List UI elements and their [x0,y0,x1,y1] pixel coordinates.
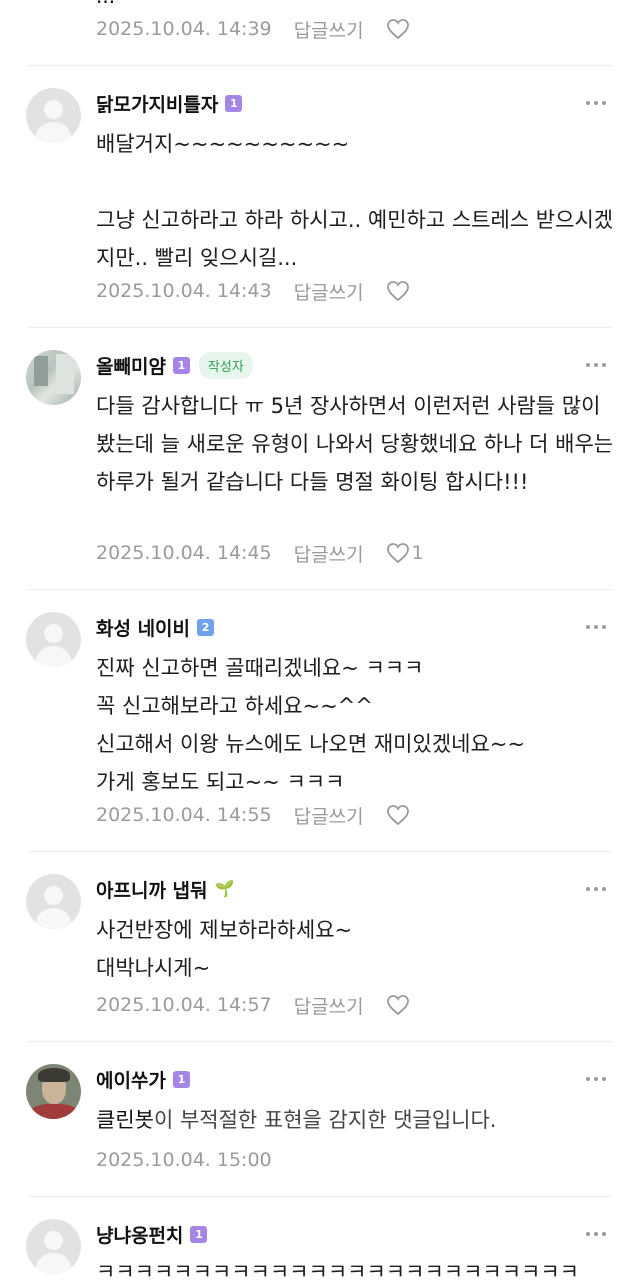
divider [28,65,612,66]
avatar[interactable] [26,350,81,405]
divider [28,589,612,590]
cleanbot-message: 이 부적절한 표현을 감지한 댓글입니다. [153,1108,497,1132]
comment-header: 에이쑤가 1 [96,1065,190,1093]
nickname[interactable]: 화성 네이비 [96,614,190,641]
comment-text: ㅋㅋㅋㅋㅋㅋㅋㅋㅋㅋㅋㅋㅋㅋㅋㅋㅋㅋㅋㅋㅋㅋㅋㅋㅋ [96,1260,579,1280]
cutoff-comment-text: ... [96,0,115,8]
more-options-icon[interactable] [586,884,610,894]
more-options-icon[interactable] [586,98,610,108]
reply-button[interactable]: 답글쓰기 [294,16,364,43]
like-count: 1 [411,542,424,564]
avatar[interactable] [26,874,81,929]
avatar[interactable] [26,612,81,667]
comment-meta: 2025.10.04. 14:45 답글쓰기 1 [96,538,424,568]
level-badge: 2 [197,618,215,636]
more-options-icon[interactable] [586,622,610,632]
heart-icon[interactable] [386,280,410,302]
comment-header: 냥냐옹펀치 1 [96,1220,208,1248]
comment-meta: 2025.10.04. 14:39 답글쓰기 [96,14,410,44]
comment-header: 아프니까 냅둬 🌱 [96,875,234,903]
avatar[interactable] [26,88,81,143]
heart-icon[interactable] [386,18,410,40]
comment-date: 2025.10.04. 14:55 [96,804,272,826]
sprout-icon: 🌱 [214,879,235,898]
divider [28,1041,612,1042]
more-options-icon[interactable] [586,1074,610,1084]
comment-date: 2025.10.04. 14:45 [96,542,272,564]
comment-meta: 2025.10.04. 14:55 답글쓰기 [96,800,410,830]
comment-date: 2025.10.04. 14:57 [96,994,272,1016]
comment-text: 진짜 신고하면 골때리겠네요~ ㅋㅋㅋ 꼭 신고해보라고 하세요~~^^ 신고해… [96,656,525,794]
nickname[interactable]: 에이쑤가 [96,1066,166,1093]
avatar[interactable] [26,1064,81,1119]
level-badge: 1 [172,356,190,374]
comment-date: 2025.10.04. 14:39 [96,18,272,40]
nickname[interactable]: 올빼미얌 [96,352,166,379]
comment-text: 클린봇이 부적절한 표현을 감지한 댓글입니다. [96,1101,616,1139]
divider [28,1196,612,1197]
reply-button[interactable]: 답글쓰기 [294,540,364,567]
reply-button[interactable]: 답글쓰기 [294,992,364,1019]
avatar[interactable] [26,1219,81,1274]
comment-header: 올빼미얌 1 작성자 [96,351,253,379]
reply-button[interactable]: 답글쓰기 [294,802,364,829]
comment-header: 화성 네이비 2 [96,613,215,641]
level-badge: 1 [225,94,243,112]
comment-meta: 2025.10.04. 14:43 답글쓰기 [96,276,410,306]
author-tag: 작성자 [198,351,253,379]
nickname[interactable]: 냥냐옹펀치 [96,1221,183,1248]
comment-meta: 2025.10.04. 15:00 [96,1145,294,1175]
cleanbot-label[interactable]: 클린봇 [96,1108,154,1132]
more-options-icon[interactable] [586,360,610,370]
heart-icon[interactable] [386,804,410,826]
heart-icon[interactable] [386,542,410,564]
comment-date: 2025.10.04. 14:43 [96,280,272,302]
comment-header: 닭모가지비틀자 1 [96,89,243,117]
comment-date: 2025.10.04. 15:00 [96,1149,272,1171]
nickname[interactable]: 아프니까 냅둬 [96,876,208,903]
heart-icon[interactable] [386,994,410,1016]
reply-button[interactable]: 답글쓰기 [294,278,364,305]
comment-text: 배달거지~~~~~~~~~~ 그냥 신고하라고 하라 하시고.. 예민하고 스트… [96,132,614,270]
divider [28,327,612,328]
comment-text: 사건반장에 제보하라하세요~ 대박나시게~ [96,918,353,980]
comment-meta: 2025.10.04. 14:57 답글쓰기 [96,990,410,1020]
divider [28,851,612,852]
nickname[interactable]: 닭모가지비틀자 [96,90,218,117]
level-badge: 1 [190,1225,208,1243]
level-badge: 1 [172,1070,190,1088]
comment-text: 다들 감사합니다 ㅠ 5년 장사하면서 이런저런 사람들 많이 봤는데 늘 새로… [96,394,620,494]
more-options-icon[interactable] [586,1229,610,1239]
